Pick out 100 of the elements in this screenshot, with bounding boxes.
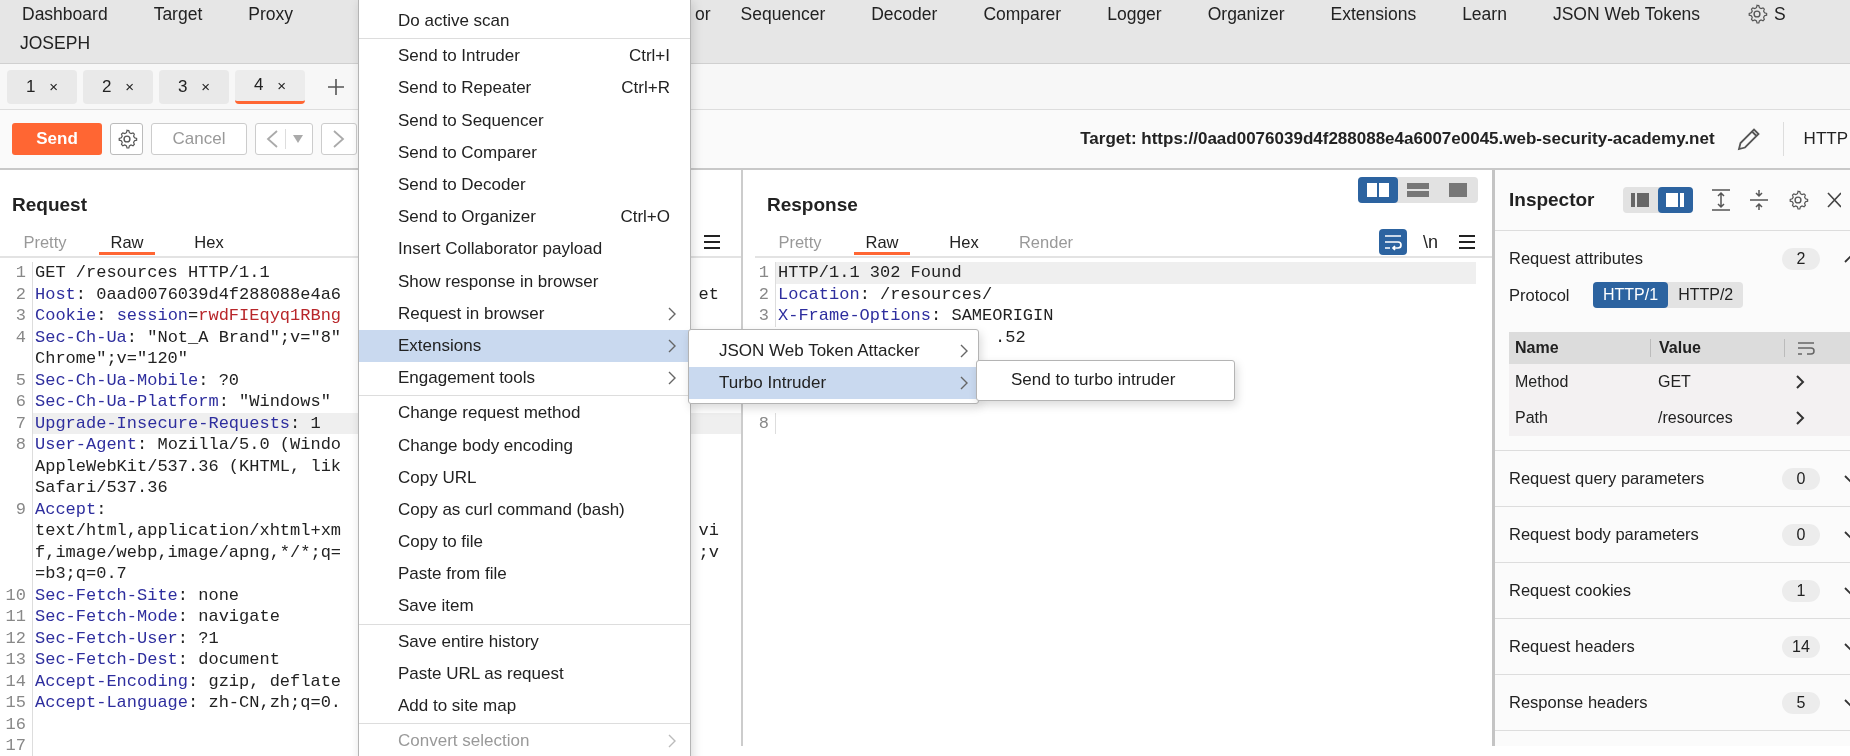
chevron-left-icon (265, 129, 280, 149)
menu-item[interactable]: Copy to file (359, 526, 690, 559)
collapse-icon[interactable] (1748, 188, 1769, 212)
menu-item[interactable]: Turbo Intruder (689, 367, 978, 400)
protocol-option[interactable]: HTTP/1 (1593, 282, 1669, 308)
section-title[interactable]: Request cookies (1509, 581, 1782, 600)
repeater-tab[interactable]: 2 × (83, 69, 153, 104)
settings-icon[interactable] (1746, 3, 1769, 25)
nav-tab[interactable]: Learn (1462, 3, 1507, 25)
menu-item[interactable]: Request in browser (359, 297, 690, 330)
count-badge: 2 (1782, 247, 1820, 270)
count-badge: 14 (1782, 635, 1820, 658)
field-label: Protocol (1509, 285, 1571, 305)
nav-tab[interactable]: Target (153, 3, 203, 25)
nav-tab[interactable]: JOSEPH (20, 32, 91, 54)
table-cell-text: Path (1514, 409, 1549, 427)
add-tab-icon[interactable] (327, 77, 345, 96)
columns-icon (1367, 183, 1389, 197)
menu-item[interactable]: Engagement tools (359, 362, 690, 395)
wrap-icon[interactable] (1797, 340, 1815, 356)
code-line: Sec-Fetch-Site: none (35, 584, 240, 606)
section-title[interactable]: Request attributes (1509, 249, 1782, 268)
editor-tab[interactable]: Raw (99, 229, 155, 255)
layout-button[interactable] (1358, 177, 1398, 203)
menu-item[interactable]: Add to site map (359, 689, 690, 723)
section-title[interactable]: Request query parameters (1509, 469, 1782, 488)
code-fragment: ;v (698, 541, 719, 563)
nav-tab[interactable]: Organizer (1207, 3, 1285, 25)
pane-title: Request (12, 194, 87, 217)
nav-tab[interactable]: JSON Web Tokens (1552, 3, 1701, 25)
dock-right-button[interactable] (1657, 187, 1693, 213)
menu-item[interactable]: Do active scan (359, 5, 690, 38)
menu-item[interactable]: Copy as curl command (bash) (359, 493, 690, 526)
nav-tab[interactable]: or (695, 3, 711, 25)
menu-item[interactable]: Send to turbo intruder (977, 364, 1234, 397)
expand-icon[interactable] (1710, 188, 1731, 212)
code-line: Sec-Fetch-User: ?1 (35, 627, 219, 649)
repeater-tab[interactable]: 3 × (159, 69, 229, 104)
section-title[interactable]: Request headers (1509, 637, 1782, 656)
menu-item[interactable]: Insert Collaborator payload (359, 233, 690, 266)
count-badge: 5 (1782, 691, 1820, 714)
code-line: Sec-Ch-Ua: "Not_A Brand";v="8" (35, 326, 342, 348)
menu-item[interactable]: JSON Web Token Attacker (689, 335, 978, 368)
settings-tab[interactable]: S (1774, 3, 1786, 25)
menu-item[interactable]: Copy URL (359, 461, 690, 494)
section-title[interactable]: Request body parameters (1509, 525, 1782, 544)
code-line: Accept: (35, 498, 107, 520)
chevron-right-icon[interactable] (1795, 411, 1805, 425)
code-line: Upgrade-Insecure-Requests: 1 (35, 412, 321, 434)
code-line: =b3;q=0.7 (35, 563, 127, 585)
menu-item[interactable]: Send to Organizer Ctrl+O (359, 201, 690, 234)
table-cell-text: Method (1514, 373, 1570, 391)
nav-tab[interactable]: Proxy (248, 3, 293, 25)
menu-item[interactable]: Paste from file (359, 558, 690, 591)
menu-item[interactable]: Send to Repeater Ctrl+R (359, 72, 690, 105)
code-line: User-Agent: Mozilla/5.0 (Windo (35, 434, 342, 456)
editor-tab[interactable]: Hex (936, 229, 992, 255)
menu-item[interactable]: Show response in browser (359, 265, 690, 298)
caret-down-icon (292, 135, 303, 143)
menu-icon[interactable] (703, 234, 721, 250)
code-line: f,image/webp,image/apng,*/*;q= (35, 541, 342, 563)
nav-tab[interactable]: Comparer (983, 3, 1062, 25)
code-fragment: .52 (995, 326, 1026, 348)
settings-button[interactable] (110, 123, 143, 155)
menu-item[interactable]: Paste URL as request (359, 657, 690, 690)
menu-item[interactable]: Change body encoding (359, 429, 690, 462)
repeater-tab[interactable]: 1 × (7, 69, 77, 104)
code-line: Accept-Encoding: gzip, deflate (35, 670, 342, 692)
code-fragment: vi (698, 520, 719, 542)
count-badge: 0 (1782, 523, 1820, 546)
chevron-right-icon[interactable] (1795, 375, 1805, 389)
menu-item[interactable]: Send to Decoder (359, 168, 690, 202)
nav-tab[interactable]: Sequencer (740, 3, 826, 25)
menu-item[interactable]: Send to Sequencer (359, 104, 690, 137)
menu-item[interactable]: Send to Intruder Ctrl+I (359, 40, 690, 73)
editor-tab[interactable]: Hex (181, 229, 237, 255)
dock-right-icon (1666, 193, 1685, 207)
nav-tab[interactable]: Extensions (1330, 3, 1417, 25)
close-icon[interactable] (1826, 191, 1841, 209)
count-badge: 0 (1782, 467, 1820, 490)
code-line: Accept-Language: zh-CN,zh;q=0. (35, 692, 342, 714)
menu-item[interactable]: Save entire history (359, 625, 690, 658)
menu-item[interactable]: Change request method (359, 397, 690, 430)
newline-toggle[interactable]: \n (1423, 231, 1438, 253)
chevron-right-icon (332, 129, 346, 149)
wrap-icon[interactable] (1379, 229, 1407, 255)
nav-tab[interactable]: Decoder (871, 3, 938, 25)
code-fragment: et (698, 283, 719, 305)
menu-icon[interactable] (1458, 234, 1476, 250)
nav-tab[interactable]: Logger (1107, 3, 1162, 25)
menu-item[interactable]: Save item (359, 590, 690, 623)
section-title[interactable]: Response headers (1509, 693, 1782, 712)
protocol-option[interactable]: HTTP/2 (1668, 282, 1744, 308)
nav-tab[interactable]: Dashboard (22, 3, 108, 25)
menu-item[interactable]: Extensions (359, 329, 690, 363)
menu-item[interactable]: Send to Comparer (359, 136, 690, 169)
column-header: Value (1651, 339, 1785, 357)
editor-tab[interactable]: Raw (854, 229, 910, 255)
repeater-tab[interactable]: 4 × (235, 69, 305, 104)
http-version-label[interactable]: HTTP (1803, 129, 1848, 149)
